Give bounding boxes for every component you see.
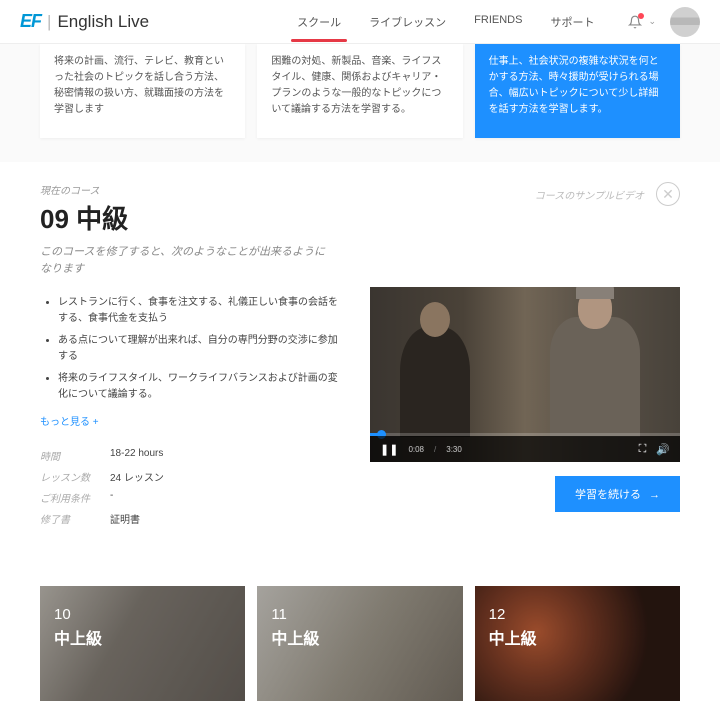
sample-video-player[interactable]: ❚❚ 0:08 / 3:30 ⛶ 🔊 (370, 287, 680, 462)
course-card-10[interactable]: 10 中上級 (40, 586, 245, 701)
nav-friends[interactable]: FRIENDS (460, 0, 536, 44)
summary-card-3[interactable]: 仕事上、社会状況の複雑な状況を何とかする方法、時々援助が受けられる場合、幅広いト… (475, 44, 680, 138)
meta-lessons-label: レッスン数 (40, 469, 110, 484)
course-card-11[interactable]: 11 中上級 (257, 586, 462, 701)
course-title: 09 中級 (40, 199, 330, 236)
outcome-item: 将来のライフスタイル、ワークライフバランスおよび計画の変化について議論する。 (58, 371, 340, 403)
outcome-item: ある点について理解が出来れば、自分の専門分野の交渉に参加する (58, 333, 340, 365)
notifications-icon[interactable] (628, 15, 642, 29)
outcome-item: レストランに行く、食事を注文する、礼儀正しい食事の会話をする、食事代金を支払う (58, 295, 340, 327)
video-current-time: 0:08 (408, 445, 424, 454)
nav-live-lesson[interactable]: ライブレッスン (355, 0, 460, 44)
main-nav: スクール ライブレッスン FRIENDS サポート (283, 0, 608, 44)
course-grid: 10 中上級 11 中上級 12 中上級 (0, 562, 720, 701)
pause-icon[interactable]: ❚❚ (380, 443, 398, 456)
continue-learning-button[interactable]: 学習を続ける→ (555, 476, 680, 512)
video-total-time: 3:30 (446, 445, 462, 454)
nav-support[interactable]: サポート (536, 0, 608, 44)
volume-icon[interactable]: 🔊 (656, 443, 670, 456)
meta-time-label: 時間 (40, 448, 110, 463)
meta-time-value: 18-22 hours (110, 448, 163, 463)
current-course-label: 現在のコース (40, 182, 330, 197)
outcome-list: レストランに行く、食事を注文する、礼儀正しい食事の会話をする、食事代金を支払う … (40, 295, 340, 403)
video-thumbnail (400, 327, 470, 437)
course-number: 12 (489, 606, 537, 623)
summary-card-1[interactable]: 将来の計画、流行、テレビ、教育といった社会のトピックを話し合う方法、秘密情報の扱… (40, 44, 245, 138)
logo-text: English Live (57, 12, 149, 32)
fullscreen-icon[interactable]: ⛶ (639, 443, 647, 456)
meta-lessons-value: 24 レッスン (110, 469, 164, 484)
course-subtitle: このコースを修了すると、次のようなことが出来るようになります (40, 244, 330, 277)
brand-logo[interactable]: EF | English Live (20, 11, 149, 32)
summary-card-2[interactable]: 困難の対処、新製品、音楽、ライフスタイル、健康、関係およびキャリア・プランのよう… (257, 44, 462, 138)
course-number: 10 (54, 606, 102, 623)
notification-dot (638, 13, 644, 19)
meta-cert-value: 証明書 (110, 511, 140, 526)
user-avatar[interactable] (670, 7, 700, 37)
current-course-section: 現在のコース 09 中級 このコースを修了すると、次のようなことが出来るようにな… (0, 162, 720, 562)
summary-cards: 将来の計画、流行、テレビ、教育といった社会のトピックを話し合う方法、秘密情報の扱… (0, 44, 720, 162)
course-number: 11 (271, 606, 319, 623)
logo-ef: EF (20, 11, 41, 32)
meta-req-value: - (110, 490, 113, 505)
course-card-12[interactable]: 12 中上級 (475, 586, 680, 701)
course-level: 中上級 (489, 625, 537, 649)
show-more-link[interactable]: もっと見る + (40, 413, 99, 428)
header-actions: ⌄ (628, 7, 700, 37)
course-meta: 時間18-22 hours レッスン数24 レッスン ご利用条件- 修了書証明書 (40, 448, 340, 526)
video-thumbnail (550, 317, 640, 437)
meta-cert-label: 修了書 (40, 511, 110, 526)
video-controls: ❚❚ 0:08 / 3:30 ⛶ 🔊 (370, 436, 680, 462)
nav-school[interactable]: スクール (283, 0, 355, 44)
chevron-down-icon[interactable]: ⌄ (648, 16, 656, 27)
meta-req-label: ご利用条件 (40, 490, 110, 505)
top-header: EF | English Live スクール ライブレッスン FRIENDS サ… (0, 0, 720, 44)
sample-video-label: コースのサンプルビデオ (535, 187, 644, 202)
arrow-right-icon: → (649, 489, 660, 501)
course-level: 中上級 (271, 625, 319, 649)
course-level: 中上級 (54, 625, 102, 649)
close-icon[interactable]: ✕ (656, 182, 680, 206)
